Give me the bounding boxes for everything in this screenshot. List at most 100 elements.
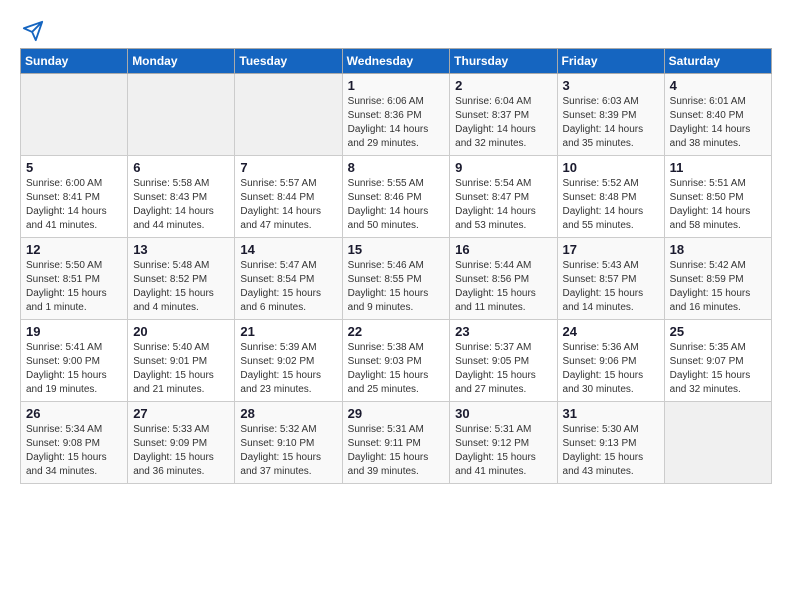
- day-number: 8: [348, 160, 445, 175]
- logo: [20, 20, 44, 42]
- calendar-week-row: 19Sunrise: 5:41 AMSunset: 9:00 PMDayligh…: [21, 320, 772, 402]
- calendar-day-cell: 2 Sunrise: 6:04 AMSunset: 8:37 PMDaylight…: [450, 74, 557, 156]
- day-number: 29: [348, 406, 445, 421]
- calendar-day-cell: 24Sunrise: 5:36 AMSunset: 9:06 PMDayligh…: [557, 320, 664, 402]
- calendar-day-header: Sunday: [21, 49, 128, 74]
- day-number: 15: [348, 242, 445, 257]
- day-number: 16: [455, 242, 551, 257]
- calendar-week-row: 5Sunrise: 6:00 AMSunset: 8:41 PMDaylight…: [21, 156, 772, 238]
- day-number: 6: [133, 160, 229, 175]
- calendar-day-cell: 1 Sunrise: 6:06 AMSunset: 8:36 PMDaylight…: [342, 74, 450, 156]
- day-info: Sunrise: 5:39 AMSunset: 9:02 PMDaylight:…: [240, 341, 336, 397]
- calendar-day-cell: 18 Sunrise: 5:42 AMSunset: 8:59 PMDayligh…: [664, 238, 771, 320]
- calendar-day-cell: 6 Sunrise: 5:58 AMSunset: 8:43 PMDaylight…: [128, 156, 235, 238]
- day-info: Sunrise: 5:36 AMSunset: 9:06 PMDaylight:…: [563, 341, 659, 397]
- day-number: 12: [26, 242, 122, 257]
- day-number: 9: [455, 160, 551, 175]
- calendar-day-cell: 7 Sunrise: 5:57 AMSunset: 8:44 PMDaylight…: [235, 156, 342, 238]
- calendar-table: SundayMondayTuesdayWednesdayThursdayFrid…: [20, 48, 772, 484]
- day-info: Sunrise: 5:33 AMSunset: 9:09 PMDaylight:…: [133, 423, 229, 479]
- calendar-day-cell: 27 Sunrise: 5:33 AMSunset: 9:09 PMDayligh…: [128, 402, 235, 484]
- day-number: 23: [455, 324, 551, 339]
- day-info: Sunrise: 6:00 AMSunset: 8:41 PMDaylight:…: [26, 177, 122, 233]
- day-info: Sunrise: 5:35 AMSunset: 9:07 PMDaylight:…: [670, 341, 766, 397]
- calendar-day-cell: 14 Sunrise: 5:47 AMSunset: 8:54 PMDayligh…: [235, 238, 342, 320]
- calendar-day-header: Thursday: [450, 49, 557, 74]
- calendar-day-cell: 31 Sunrise: 5:30 AMSunset: 9:13 PMDayligh…: [557, 402, 664, 484]
- day-number: 11: [670, 160, 766, 175]
- calendar-day-cell: 17 Sunrise: 5:43 AMSunset: 8:57 PMDayligh…: [557, 238, 664, 320]
- day-info: Sunrise: 6:04 AMSunset: 8:37 PMDaylight:…: [455, 95, 551, 151]
- calendar-day-cell: 29 Sunrise: 5:31 AMSunset: 9:11 PMDayligh…: [342, 402, 450, 484]
- calendar-day-cell: 12 Sunrise: 5:50 AMSunset: 8:51 PMDayligh…: [21, 238, 128, 320]
- day-info: Sunrise: 5:57 AMSunset: 8:44 PMDaylight:…: [240, 177, 336, 233]
- calendar-day-cell: 5Sunrise: 6:00 AMSunset: 8:41 PMDaylight…: [21, 156, 128, 238]
- day-number: 26: [26, 406, 122, 421]
- day-number: 17: [563, 242, 659, 257]
- day-info: Sunrise: 5:46 AMSunset: 8:55 PMDaylight:…: [348, 259, 445, 315]
- calendar-day-cell: 25 Sunrise: 5:35 AMSunset: 9:07 PMDayligh…: [664, 320, 771, 402]
- calendar-day-cell: 30Sunrise: 5:31 AMSunset: 9:12 PMDayligh…: [450, 402, 557, 484]
- day-info: Sunrise: 5:30 AMSunset: 9:13 PMDaylight:…: [563, 423, 659, 479]
- day-number: 25: [670, 324, 766, 339]
- day-info: Sunrise: 5:37 AMSunset: 9:05 PMDaylight:…: [455, 341, 551, 397]
- day-number: 4: [670, 78, 766, 93]
- calendar-week-row: 26 Sunrise: 5:34 AMSunset: 9:08 PMDayligh…: [21, 402, 772, 484]
- day-info: Sunrise: 5:51 AMSunset: 8:50 PMDaylight:…: [670, 177, 766, 233]
- calendar-day-cell: 16Sunrise: 5:44 AMSunset: 8:56 PMDayligh…: [450, 238, 557, 320]
- day-info: Sunrise: 5:41 AMSunset: 9:00 PMDaylight:…: [26, 341, 122, 397]
- day-number: 28: [240, 406, 336, 421]
- day-number: 14: [240, 242, 336, 257]
- day-info: Sunrise: 5:54 AMSunset: 8:47 PMDaylight:…: [455, 177, 551, 233]
- calendar-day-header: Friday: [557, 49, 664, 74]
- day-number: 7: [240, 160, 336, 175]
- calendar-day-header: Monday: [128, 49, 235, 74]
- calendar-day-cell: 3Sunrise: 6:03 AMSunset: 8:39 PMDaylight…: [557, 74, 664, 156]
- day-info: Sunrise: 5:48 AMSunset: 8:52 PMDaylight:…: [133, 259, 229, 315]
- day-number: 27: [133, 406, 229, 421]
- day-number: 1: [348, 78, 445, 93]
- day-info: Sunrise: 5:55 AMSunset: 8:46 PMDaylight:…: [348, 177, 445, 233]
- day-number: 2: [455, 78, 551, 93]
- calendar-week-row: 1 Sunrise: 6:06 AMSunset: 8:36 PMDaylight…: [21, 74, 772, 156]
- calendar-day-header: Wednesday: [342, 49, 450, 74]
- day-number: 13: [133, 242, 229, 257]
- day-number: 22: [348, 324, 445, 339]
- calendar-day-cell: [21, 74, 128, 156]
- calendar-day-cell: 10Sunrise: 5:52 AMSunset: 8:48 PMDayligh…: [557, 156, 664, 238]
- calendar-day-cell: 15 Sunrise: 5:46 AMSunset: 8:55 PMDayligh…: [342, 238, 450, 320]
- day-info: Sunrise: 6:06 AMSunset: 8:36 PMDaylight:…: [348, 95, 445, 151]
- day-info: Sunrise: 6:03 AMSunset: 8:39 PMDaylight:…: [563, 95, 659, 151]
- day-number: 21: [240, 324, 336, 339]
- calendar-day-header: Tuesday: [235, 49, 342, 74]
- calendar-day-cell: 22 Sunrise: 5:38 AMSunset: 9:03 PMDayligh…: [342, 320, 450, 402]
- day-info: Sunrise: 6:01 AMSunset: 8:40 PMDaylight:…: [670, 95, 766, 151]
- day-info: Sunrise: 5:52 AMSunset: 8:48 PMDaylight:…: [563, 177, 659, 233]
- calendar-day-cell: 20 Sunrise: 5:40 AMSunset: 9:01 PMDayligh…: [128, 320, 235, 402]
- calendar-day-cell: 13 Sunrise: 5:48 AMSunset: 8:52 PMDayligh…: [128, 238, 235, 320]
- day-info: Sunrise: 5:32 AMSunset: 9:10 PMDaylight:…: [240, 423, 336, 479]
- calendar-day-cell: [128, 74, 235, 156]
- day-number: 20: [133, 324, 229, 339]
- day-number: 30: [455, 406, 551, 421]
- calendar-day-cell: 28 Sunrise: 5:32 AMSunset: 9:10 PMDayligh…: [235, 402, 342, 484]
- day-info: Sunrise: 5:40 AMSunset: 9:01 PMDaylight:…: [133, 341, 229, 397]
- calendar-day-header: Saturday: [664, 49, 771, 74]
- day-info: Sunrise: 5:31 AMSunset: 9:11 PMDaylight:…: [348, 423, 445, 479]
- calendar-day-cell: 8 Sunrise: 5:55 AMSunset: 8:46 PMDaylight…: [342, 156, 450, 238]
- day-info: Sunrise: 5:50 AMSunset: 8:51 PMDaylight:…: [26, 259, 122, 315]
- calendar-day-cell: 9 Sunrise: 5:54 AMSunset: 8:47 PMDaylight…: [450, 156, 557, 238]
- calendar-day-cell: 26 Sunrise: 5:34 AMSunset: 9:08 PMDayligh…: [21, 402, 128, 484]
- calendar-day-cell: 21 Sunrise: 5:39 AMSunset: 9:02 PMDayligh…: [235, 320, 342, 402]
- day-info: Sunrise: 5:58 AMSunset: 8:43 PMDaylight:…: [133, 177, 229, 233]
- day-info: Sunrise: 5:47 AMSunset: 8:54 PMDaylight:…: [240, 259, 336, 315]
- day-info: Sunrise: 5:42 AMSunset: 8:59 PMDaylight:…: [670, 259, 766, 315]
- day-number: 18: [670, 242, 766, 257]
- day-info: Sunrise: 5:34 AMSunset: 9:08 PMDaylight:…: [26, 423, 122, 479]
- day-info: Sunrise: 5:43 AMSunset: 8:57 PMDaylight:…: [563, 259, 659, 315]
- day-info: Sunrise: 5:38 AMSunset: 9:03 PMDaylight:…: [348, 341, 445, 397]
- page-header: [20, 20, 772, 42]
- calendar-day-cell: 4 Sunrise: 6:01 AMSunset: 8:40 PMDaylight…: [664, 74, 771, 156]
- calendar-day-cell: [235, 74, 342, 156]
- day-number: 31: [563, 406, 659, 421]
